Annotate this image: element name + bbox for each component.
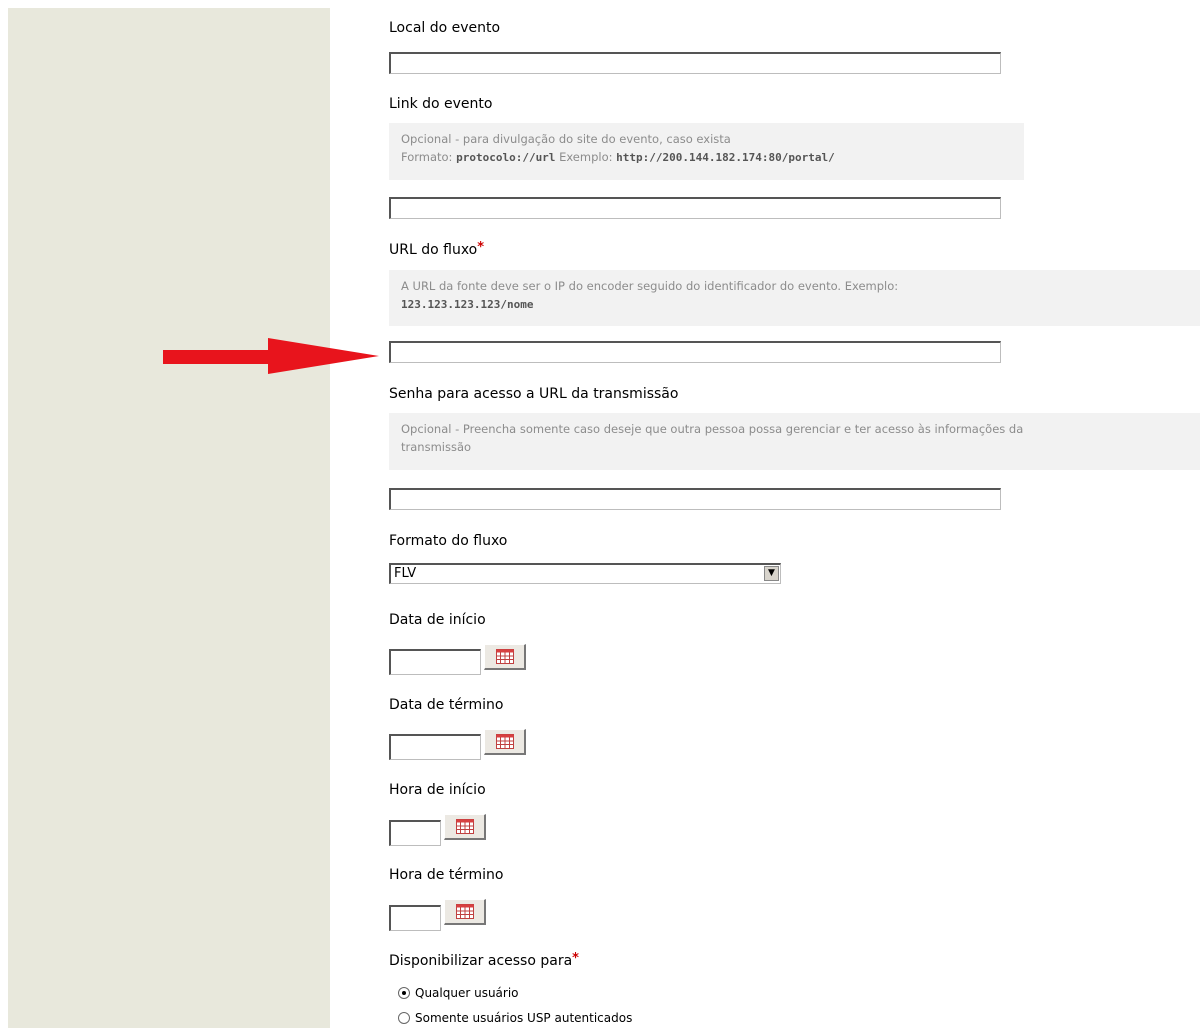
required-mark: * — [477, 240, 485, 255]
radio-button[interactable] — [398, 1012, 410, 1024]
url-help-line1: A URL da fonte deve ser o IP do encoder … — [401, 279, 899, 293]
hora-inicio-label: Hora de início — [389, 782, 486, 798]
url-help-code: 123.123.123.123/nome — [401, 298, 534, 311]
data-termino-label: Data de término — [389, 697, 504, 713]
calendar-icon — [455, 819, 474, 834]
calendar-icon — [455, 904, 474, 919]
hora-termino-label: Hora de término — [389, 867, 504, 883]
hora-inicio-input[interactable] — [389, 820, 441, 846]
hora-termino-input[interactable] — [389, 905, 441, 931]
acesso-option-usp[interactable]: Somente usuários USP autenticados — [398, 1011, 632, 1025]
url-fluxo-help: A URL da fonte deve ser o IP do encoder … — [389, 270, 1200, 326]
formato-fluxo-select[interactable]: FLV ▼ — [389, 563, 781, 584]
calendar-icon — [495, 649, 514, 664]
chevron-down-icon[interactable]: ▼ — [764, 566, 779, 581]
acesso-option-qualquer[interactable]: Qualquer usuário — [398, 986, 519, 1000]
data-inicio-calendar-button[interactable] — [484, 644, 526, 670]
left-sidebar-panel — [8, 8, 330, 1028]
link-help-example-code: http://200.144.182.174:80/portal/ — [616, 151, 835, 164]
senha-help-line1: Opcional - Preencha somente caso deseje … — [401, 422, 1024, 436]
link-help-line2: Formato: protocolo://url Exemplo: http:/… — [401, 150, 835, 164]
data-termino-calendar-button[interactable] — [484, 729, 526, 755]
link-evento-label: Link do evento — [389, 96, 493, 112]
local-evento-input[interactable] — [389, 52, 1001, 74]
formato-selected-value: FLV — [394, 566, 417, 581]
senha-label: Senha para acesso a URL da transmissão — [389, 386, 679, 402]
acesso-option-label: Somente usuários USP autenticados — [415, 1011, 633, 1025]
link-evento-input[interactable] — [389, 197, 1001, 219]
required-mark: * — [572, 951, 579, 966]
acesso-label: Disponibilizar acesso para* — [389, 951, 579, 969]
url-fluxo-label: URL do fluxo* — [389, 240, 485, 258]
red-arrow-annotation — [163, 338, 379, 374]
data-inicio-input[interactable] — [389, 649, 481, 675]
senha-help: Opcional - Preencha somente caso deseje … — [389, 413, 1200, 470]
hora-inicio-calendar-button[interactable] — [444, 814, 486, 840]
formato-fluxo-label: Formato do fluxo — [389, 533, 508, 549]
hora-termino-calendar-button[interactable] — [444, 899, 486, 925]
url-fluxo-input[interactable] — [389, 341, 1001, 363]
link-help-line1: Opcional - para divulgação do site do ev… — [401, 132, 731, 146]
radio-button-checked[interactable] — [398, 987, 410, 999]
data-inicio-label: Data de início — [389, 612, 486, 628]
link-help-format-code: protocolo://url — [456, 151, 556, 164]
senha-help-line2: transmissão — [401, 440, 472, 454]
local-evento-label: Local do evento — [389, 20, 501, 36]
acesso-option-label: Qualquer usuário — [415, 986, 519, 1000]
calendar-icon — [495, 734, 514, 749]
data-termino-input[interactable] — [389, 734, 481, 760]
senha-input[interactable] — [389, 488, 1001, 510]
link-evento-help: Opcional - para divulgação do site do ev… — [389, 123, 1024, 180]
